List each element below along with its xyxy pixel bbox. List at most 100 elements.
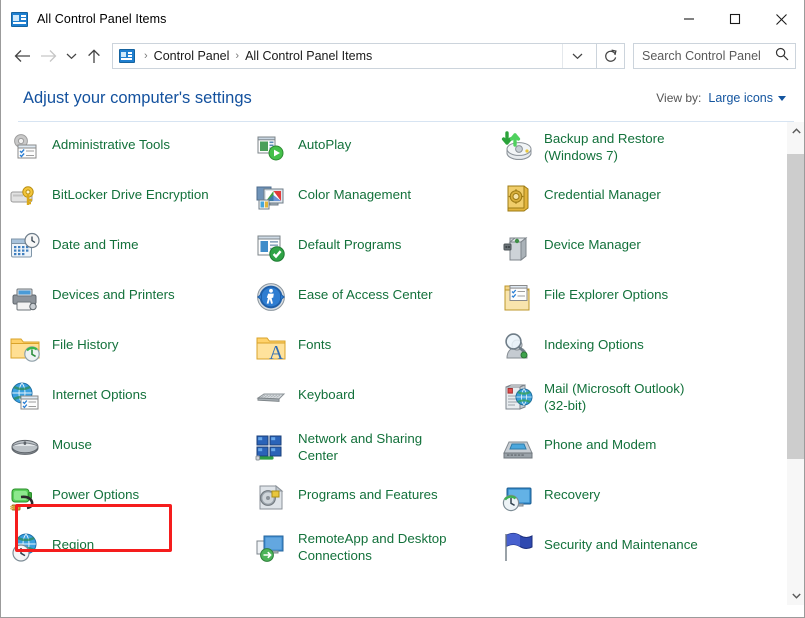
control-panel-item[interactable]: AutoPlay [255, 130, 351, 174]
control-panel-item[interactable]: File Explorer Options [501, 280, 668, 324]
control-panel-item[interactable]: Devices and Printers [9, 280, 175, 324]
autoplay-icon [255, 131, 287, 163]
fonts-icon: A [255, 331, 287, 363]
control-panel-icon [11, 11, 28, 27]
control-panel-item-label[interactable]: Device Manager [544, 230, 641, 253]
control-panel-item[interactable]: A Fonts [255, 330, 331, 374]
control-panel-item-label[interactable]: Backup and Restore (Windows 7) [544, 130, 664, 164]
control-panel-item-label[interactable]: Mouse [52, 430, 92, 453]
search-icon[interactable] [775, 47, 789, 66]
control-panel-item-label[interactable]: RemoteApp and Desktop Connections [298, 530, 447, 564]
control-panel-item-label[interactable]: Credential Manager [544, 180, 661, 203]
control-panel-item-label[interactable]: Recovery [544, 480, 600, 503]
scroll-down-button[interactable] [787, 587, 804, 605]
control-panel-item[interactable]: Power Options [9, 480, 139, 524]
control-panel-item-label[interactable]: Power Options [52, 480, 139, 503]
control-panel-item-label[interactable]: AutoPlay [298, 130, 351, 153]
control-panel-item[interactable]: Administrative Tools [9, 130, 170, 174]
control-panel-item-label[interactable]: Phone and Modem [544, 430, 656, 453]
control-panel-item-label[interactable]: Date and Time [52, 230, 138, 253]
search-input[interactable] [642, 49, 773, 63]
security-maintenance-icon [501, 531, 533, 563]
close-button[interactable] [758, 0, 804, 38]
control-panel-item[interactable]: Keyboard [255, 380, 355, 424]
control-panel-item-label[interactable]: Color Management [298, 180, 411, 203]
recent-locations-button[interactable] [61, 43, 81, 69]
indexing-options-icon [501, 331, 533, 363]
scroll-up-button[interactable] [787, 122, 804, 140]
mouse-icon [9, 431, 41, 463]
breadcrumb-item-all-control-panel-items[interactable]: All Control Panel Items [245, 49, 372, 63]
date-and-time-icon [9, 231, 41, 263]
control-panel-item[interactable]: Phone and Modem [501, 430, 656, 474]
control-panel-item[interactable]: Default Programs [255, 230, 401, 274]
remoteapp-icon [255, 531, 287, 563]
vertical-scrollbar[interactable] [786, 122, 804, 605]
control-panel-item-label[interactable]: Fonts [298, 330, 331, 353]
control-panel-items-grid: Administrative Tools BitLocker Drive Enc… [1, 122, 786, 605]
back-button[interactable] [9, 43, 35, 69]
control-panel-item[interactable]: BitLocker Drive Encryption [9, 180, 209, 224]
control-panel-item[interactable]: Backup and Restore (Windows 7) [501, 130, 664, 174]
control-panel-item-label[interactable]: Indexing Options [544, 330, 644, 353]
control-panel-item[interactable]: File History [9, 330, 119, 374]
control-panel-item-label[interactable]: Mail (Microsoft Outlook) (32-bit) [544, 380, 684, 414]
refresh-button[interactable] [597, 43, 625, 69]
control-panel-item-label[interactable]: Administrative Tools [52, 130, 170, 153]
control-panel-item[interactable]: Network and Sharing Center [255, 430, 422, 474]
color-management-icon [255, 181, 287, 213]
view-by-control[interactable]: View by: Large icons [656, 91, 786, 105]
items-content-area: Administrative Tools BitLocker Drive Enc… [1, 122, 804, 605]
breadcrumb[interactable]: › Control Panel › All Control Panel Item… [112, 43, 597, 69]
ease-of-access-icon [255, 281, 287, 313]
credential-manager-icon [501, 181, 533, 213]
control-panel-item[interactable]: Mouse [9, 430, 92, 474]
programs-features-icon [255, 481, 287, 513]
page-title: Adjust your computer's settings [23, 88, 252, 107]
forward-button[interactable] [35, 43, 61, 69]
control-panel-item-label[interactable]: Keyboard [298, 380, 355, 403]
header-strip: Adjust your computer's settings View by:… [1, 74, 804, 122]
control-panel-item-label[interactable]: File History [52, 330, 119, 353]
bitlocker-icon [9, 181, 41, 213]
control-panel-item[interactable]: Color Management [255, 180, 411, 224]
control-panel-item[interactable]: Security and Maintenance [501, 530, 698, 574]
control-panel-item[interactable]: Programs and Features [255, 480, 438, 524]
minimize-button[interactable] [666, 0, 712, 38]
control-panel-item[interactable]: Device Manager [501, 230, 641, 274]
search-box[interactable] [633, 43, 796, 69]
window-title: All Control Panel Items [37, 12, 167, 26]
control-panel-item[interactable]: Internet Options [9, 380, 147, 424]
up-button[interactable] [81, 43, 107, 69]
svg-text:A: A [269, 342, 284, 363]
control-panel-item-label[interactable]: BitLocker Drive Encryption [52, 180, 209, 203]
control-panel-item-label[interactable]: Internet Options [52, 380, 147, 403]
view-by-value[interactable]: Large icons [708, 91, 773, 105]
maximize-button[interactable] [712, 0, 758, 38]
breadcrumb-item-control-panel[interactable]: Control Panel [154, 49, 230, 63]
chevron-down-icon[interactable] [562, 44, 592, 68]
control-panel-item[interactable]: Recovery [501, 480, 600, 524]
control-panel-item-label[interactable]: Programs and Features [298, 480, 438, 503]
control-panel-item-label[interactable]: Devices and Printers [52, 280, 175, 303]
caret-down-icon[interactable] [778, 95, 786, 101]
scrollbar-thumb[interactable] [787, 154, 804, 459]
control-panel-item[interactable]: Ease of Access Center [255, 280, 433, 324]
control-panel-item[interactable]: Region [9, 530, 94, 574]
control-panel-item[interactable]: Indexing Options [501, 330, 644, 374]
control-panel-item-label[interactable]: Ease of Access Center [298, 280, 433, 303]
control-panel-item[interactable]: RemoteApp and Desktop Connections [255, 530, 447, 574]
breadcrumb-control-panel-icon [119, 49, 135, 63]
internet-options-icon [9, 381, 41, 413]
control-panel-item-label[interactable]: Default Programs [298, 230, 401, 253]
control-panel-item[interactable]: Mail (Microsoft Outlook) (32-bit) [501, 380, 684, 424]
title-bar: All Control Panel Items [1, 0, 804, 38]
control-panel-item-label[interactable]: Region [52, 530, 94, 553]
control-panel-item[interactable]: Credential Manager [501, 180, 661, 224]
network-sharing-icon [255, 431, 287, 463]
control-panel-window: All Control Panel Items › Control Panel … [0, 0, 805, 618]
control-panel-item-label[interactable]: File Explorer Options [544, 280, 668, 303]
control-panel-item-label[interactable]: Security and Maintenance [544, 530, 698, 553]
control-panel-item[interactable]: Date and Time [9, 230, 138, 274]
control-panel-item-label[interactable]: Network and Sharing Center [298, 430, 422, 464]
